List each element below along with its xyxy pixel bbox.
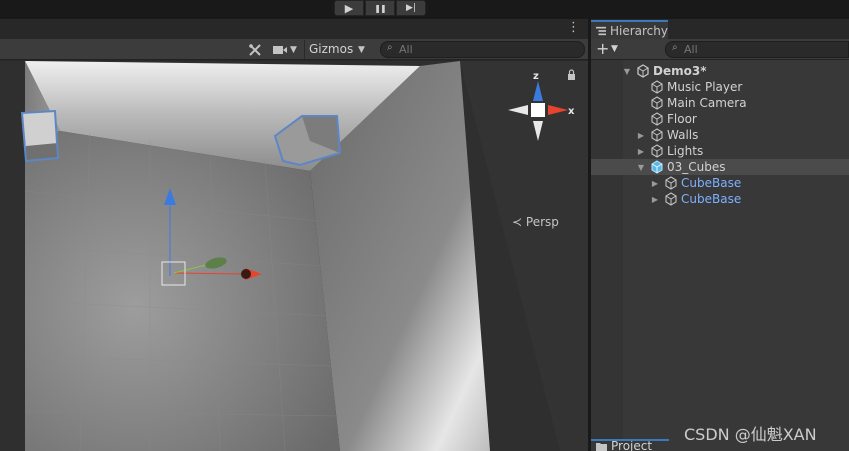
gameobject-icon — [651, 96, 663, 110]
hierarchy-item[interactable]: ▼ Demo3* — [591, 63, 849, 79]
scene-viewport[interactable]: z x ≺ Persp — [0, 61, 588, 451]
gameobject-selected-icon — [651, 160, 663, 174]
tab-hierarchy-label: Hierarchy — [609, 23, 668, 38]
gameobject-icon — [651, 144, 663, 158]
scene-search-input[interactable] — [399, 42, 579, 57]
gizmos-dropdown-icon[interactable]: ▼ — [358, 41, 365, 58]
persp-toggle[interactable]: ≺ Persp — [512, 215, 559, 229]
folder-icon — [596, 442, 607, 451]
camera-icon[interactable] — [272, 41, 288, 58]
camera-dropdown-icon[interactable]: ▼ — [290, 41, 297, 58]
hierarchy-item-label: Floor — [667, 112, 697, 126]
gameobject-icon — [651, 80, 663, 94]
add-dropdown-icon[interactable]: ▼ — [611, 44, 618, 54]
step-icon: ▶| — [406, 3, 416, 13]
step-button[interactable]: ▶| — [396, 0, 426, 16]
foldout-expanded-icon[interactable]: ▼ — [622, 67, 632, 76]
pause-icon: ❚❚ — [374, 3, 386, 13]
orientation-z-label: z — [533, 71, 539, 82]
hierarchy-item[interactable]: Main Camera — [591, 95, 849, 111]
scene-toolbar: ▼ Gizmos ▼ ⌕ — [0, 39, 588, 60]
hierarchy-item[interactable]: ▶ Walls — [591, 127, 849, 143]
foldout-expanded-icon[interactable]: ▼ — [636, 163, 646, 172]
hierarchy-list-icon — [596, 26, 606, 35]
orientation-center-cube[interactable] — [531, 103, 545, 117]
scene-tab-bar: ⋮ — [0, 19, 588, 39]
hierarchy-item-label: Walls — [667, 128, 699, 142]
hierarchy-item-label: CubeBase — [681, 192, 742, 206]
hierarchy-item-label: Main Camera — [667, 96, 747, 110]
hierarchy-search-input[interactable] — [684, 42, 844, 57]
persp-icon: ≺ — [512, 215, 523, 229]
floor-plane — [25, 131, 340, 451]
play-controls-bar: ▶ ❚❚ ▶| — [0, 0, 849, 19]
play-button[interactable]: ▶ — [334, 0, 364, 16]
scene-view-panel: ⋮ ▼ Gizmos ▼ ⌕ All z x ≺ Persp — [0, 19, 588, 451]
persp-label: Persp — [525, 215, 559, 229]
gizmos-button[interactable]: Gizmos — [304, 40, 357, 59]
hierarchy-panel: Hierarchy + ▼ ⌕ ▼ Demo3* Music Player Main … — [591, 19, 849, 451]
pause-button[interactable]: ❚❚ — [365, 0, 395, 16]
unity-scene-icon — [637, 64, 649, 78]
search-icon: ⌕ — [672, 42, 678, 53]
add-icon[interactable]: + — [596, 39, 609, 59]
hierarchy-tab-bar: Hierarchy — [591, 19, 849, 39]
play-icon: ▶ — [344, 1, 354, 15]
tab-project-label: Project — [611, 439, 653, 451]
foldout-collapsed-icon[interactable]: ▶ — [650, 195, 660, 204]
foldout-collapsed-icon[interactable]: ▶ — [636, 147, 646, 156]
tab-project[interactable]: Project — [591, 439, 669, 451]
watermark-text: CSDN @仙魁XAN — [684, 425, 817, 444]
hierarchy-item-label: Music Player — [667, 80, 743, 94]
hierarchy-item[interactable]: ▶ CubeBase — [591, 191, 849, 207]
gameobject-icon — [665, 176, 677, 190]
gameobject-icon — [651, 112, 663, 126]
scene-search-box[interactable]: ⌕ — [380, 41, 585, 58]
orientation-x-label: x — [568, 106, 575, 117]
hierarchy-item-label: 03_Cubes — [667, 160, 726, 174]
foldout-collapsed-icon[interactable]: ▶ — [636, 131, 646, 140]
tab-hierarchy[interactable]: Hierarchy — [591, 20, 668, 39]
hierarchy-item-label: Lights — [667, 144, 704, 158]
hierarchy-item[interactable]: Music Player — [591, 79, 849, 95]
hierarchy-toolbar: + ▼ ⌕ — [591, 39, 849, 60]
hierarchy-item-label: Demo3* — [653, 64, 707, 78]
cube-left[interactable] — [20, 109, 60, 163]
hierarchy-item[interactable]: ▼ 03_Cubes — [591, 159, 849, 175]
tools-icon[interactable] — [248, 41, 262, 58]
hierarchy-tree: ▼ Demo3* Music Player Main Camera Floor ▶ Wall… — [591, 60, 849, 440]
gameobject-icon — [665, 192, 677, 206]
hierarchy-item[interactable]: ▶ Lights — [591, 143, 849, 159]
hierarchy-item[interactable]: Floor — [591, 111, 849, 127]
search-icon: ⌕ — [387, 42, 393, 53]
hierarchy-item-label: CubeBase — [681, 176, 742, 190]
hierarchy-search-box[interactable]: ⌕ — [665, 41, 849, 58]
scene-panel-menu-icon[interactable]: ⋮ — [567, 21, 580, 35]
hierarchy-item[interactable]: ▶ CubeBase — [591, 175, 849, 191]
foldout-collapsed-icon[interactable]: ▶ — [650, 179, 660, 188]
gameobject-icon — [651, 128, 663, 142]
